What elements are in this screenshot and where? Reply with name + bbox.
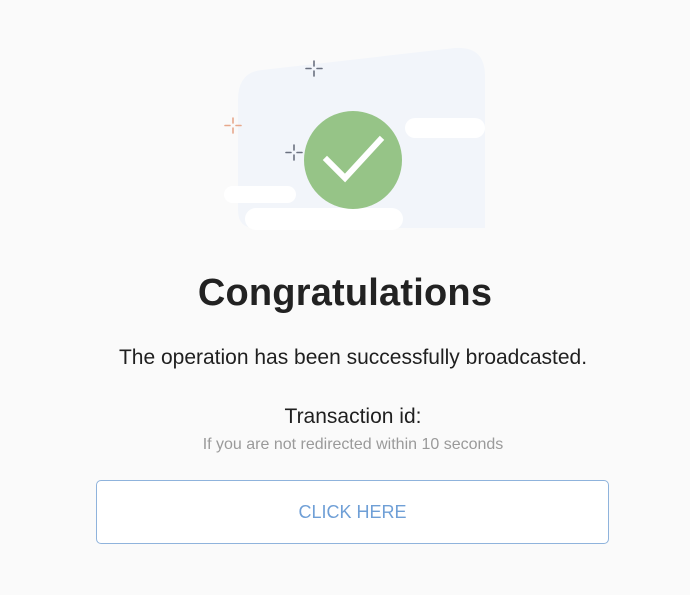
cloud-bar (224, 186, 296, 203)
page-title: Congratulations (197, 272, 493, 314)
click-here-button[interactable]: CLICK HERE (96, 480, 609, 544)
cloud-bar (405, 118, 485, 138)
success-illustration (224, 47, 485, 230)
redirect-note: If you are not redirected within 10 seco… (202, 436, 504, 453)
success-page: Congratulations The operation has been s… (0, 0, 690, 595)
cloud-bar (245, 208, 403, 230)
success-message: The operation has been successfully broa… (118, 346, 588, 369)
transaction-id-label: Transaction id: (284, 405, 422, 428)
check-icon (304, 111, 402, 209)
